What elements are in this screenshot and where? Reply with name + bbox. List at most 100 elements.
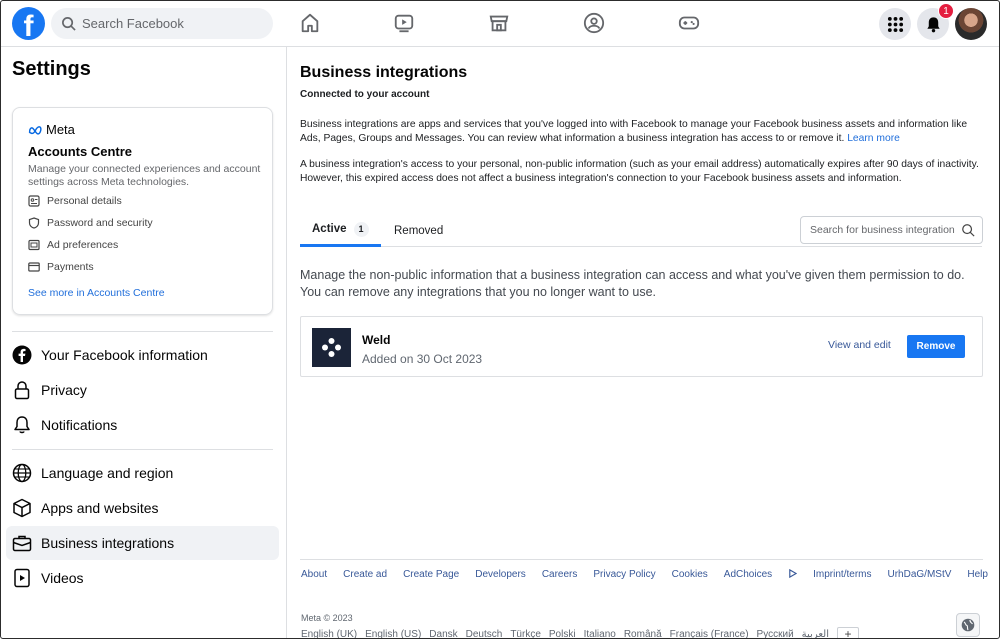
language-current: English (UK) bbox=[301, 628, 358, 639]
language-option[interactable]: Italiano bbox=[584, 629, 616, 639]
tab-label: Removed bbox=[394, 224, 444, 237]
sidebar-item-apps-websites[interactable]: Apps and websites bbox=[6, 491, 279, 525]
integration-row: Weld Added on 30 Oct 2023 View and edit … bbox=[300, 316, 983, 377]
language-option[interactable]: Русский bbox=[757, 629, 794, 639]
sidebar-item-language-region[interactable]: Language and region bbox=[6, 456, 279, 490]
sidebar-item-videos[interactable]: Videos bbox=[6, 561, 279, 595]
sidebar-item-label: Your Facebook information bbox=[41, 347, 208, 363]
tab-count-badge: 1 bbox=[353, 221, 369, 237]
integration-search[interactable] bbox=[800, 216, 983, 244]
top-navigation-bar: f 1 bbox=[0, 0, 1000, 47]
grid-menu-icon bbox=[887, 16, 903, 32]
footer-link-imprint[interactable]: Imprint/terms bbox=[813, 569, 871, 580]
briefcase-icon bbox=[12, 535, 32, 552]
cube-icon bbox=[13, 498, 31, 518]
integration-search-input[interactable] bbox=[810, 224, 955, 236]
language-globe-button[interactable] bbox=[956, 613, 980, 637]
ac-item-payments[interactable]: Payments bbox=[28, 261, 94, 273]
language-list: English (UK) English (US) Dansk Deutsch Türk… bbox=[301, 627, 867, 639]
marketplace-icon[interactable] bbox=[488, 12, 510, 34]
footer-link-careers[interactable]: Careers bbox=[542, 569, 578, 580]
tab-label: Active bbox=[312, 223, 347, 235]
notification-badge: 1 bbox=[938, 3, 954, 19]
more-languages-button[interactable]: + bbox=[837, 627, 859, 639]
gaming-icon[interactable] bbox=[678, 12, 700, 34]
avatar[interactable] bbox=[955, 8, 987, 40]
accounts-centre-description: Manage your connected experiences and ac… bbox=[28, 163, 261, 188]
language-option[interactable]: Français (France) bbox=[670, 629, 749, 639]
page-subtitle: Connected to your account bbox=[300, 89, 430, 100]
sidebar-item-business-integrations[interactable]: Business integrations bbox=[6, 526, 279, 560]
sidebar-item-label: Privacy bbox=[41, 382, 87, 398]
settings-title: Settings bbox=[12, 58, 91, 80]
language-option[interactable]: Română bbox=[624, 629, 662, 639]
adchoices-label: AdChoices bbox=[723, 569, 773, 580]
footer-link-urhdag[interactable]: UrhDaG/MStV bbox=[887, 569, 951, 580]
id-card-icon bbox=[28, 195, 40, 207]
tab-removed[interactable]: Removed bbox=[394, 214, 443, 247]
view-and-edit-link[interactable]: View and edit bbox=[828, 339, 891, 351]
meta-logo: Meta bbox=[28, 122, 75, 137]
ac-item-password-security[interactable]: Password and security bbox=[28, 217, 153, 229]
ac-item-ad-preferences[interactable]: Ad preferences bbox=[28, 239, 118, 251]
manage-description: Manage the non-public information that a… bbox=[300, 268, 965, 299]
weld-logo bbox=[312, 328, 351, 367]
notifications-button[interactable]: 1 bbox=[917, 3, 954, 40]
sidebar-item-notifications[interactable]: Notifications bbox=[6, 408, 279, 442]
search-input[interactable] bbox=[82, 16, 262, 31]
accounts-centre-title: Accounts Centre bbox=[28, 144, 133, 159]
footer-links: About Create ad Create Page Developers Caree… bbox=[301, 569, 1000, 580]
bell-icon bbox=[14, 416, 30, 434]
footer-link-cookies[interactable]: Cookies bbox=[672, 569, 708, 580]
facebook-icon bbox=[12, 345, 32, 365]
home-icon[interactable] bbox=[299, 12, 321, 34]
intro-paragraph: Business integrations are apps and servi… bbox=[300, 118, 980, 145]
copyright: Meta © 2023 bbox=[301, 613, 353, 623]
main-content: Business integrations Connected to your … bbox=[288, 47, 1000, 639]
ac-item-label: Personal details bbox=[47, 195, 122, 207]
footer-link-help[interactable]: Help bbox=[967, 569, 988, 580]
meta-label: Meta bbox=[46, 122, 75, 137]
globe-icon bbox=[12, 463, 32, 483]
learn-more-link[interactable]: Learn more bbox=[847, 133, 900, 144]
sidebar-item-privacy[interactable]: Privacy bbox=[6, 373, 279, 407]
see-more-accounts-centre-link[interactable]: See more in Accounts Centre bbox=[28, 287, 165, 299]
sidebar-item-label: Language and region bbox=[41, 465, 174, 481]
footer-link-developers[interactable]: Developers bbox=[475, 569, 526, 580]
footer-link-create-ad[interactable]: Create ad bbox=[343, 569, 387, 580]
integration-name: Weld bbox=[362, 333, 391, 347]
footer-divider bbox=[300, 559, 983, 560]
lock-icon bbox=[14, 381, 30, 400]
language-option[interactable]: Dansk bbox=[429, 629, 457, 639]
ac-item-label: Ad preferences bbox=[47, 239, 119, 251]
language-option[interactable]: Türkçe bbox=[510, 629, 541, 639]
sidebar-divider bbox=[12, 331, 273, 332]
tab-active[interactable]: Active 1 bbox=[300, 214, 381, 247]
footer-link-adchoices[interactable]: AdChoices bbox=[723, 569, 798, 580]
ad-preferences-icon bbox=[28, 239, 40, 251]
shield-icon bbox=[28, 217, 40, 229]
footer-link-about[interactable]: About bbox=[301, 569, 327, 580]
language-option[interactable]: Polski bbox=[549, 629, 576, 639]
language-option[interactable]: English (US) bbox=[365, 629, 421, 639]
menu-button[interactable] bbox=[879, 8, 911, 40]
facebook-logo[interactable]: f bbox=[12, 7, 45, 40]
ac-item-personal-details[interactable]: Personal details bbox=[28, 195, 122, 207]
language-option[interactable]: Deutsch bbox=[466, 629, 503, 639]
accounts-centre-card[interactable]: Meta Accounts Centre Manage your connect… bbox=[12, 107, 273, 315]
page-title: Business integrations bbox=[300, 64, 468, 81]
adchoices-icon bbox=[789, 569, 798, 578]
footer-link-privacy-policy[interactable]: Privacy Policy bbox=[593, 569, 655, 580]
sidebar-item-your-facebook-information[interactable]: Your Facebook information bbox=[6, 338, 279, 372]
language-option[interactable]: العربية bbox=[802, 629, 829, 639]
search-box[interactable] bbox=[51, 8, 273, 39]
remove-button[interactable]: Remove bbox=[907, 335, 965, 358]
groups-icon[interactable] bbox=[583, 12, 605, 34]
watch-icon[interactable] bbox=[393, 12, 415, 34]
footer-link-create-page[interactable]: Create Page bbox=[403, 569, 459, 580]
sidebar-item-label: Videos bbox=[41, 570, 84, 586]
expiry-paragraph: A business integration's access to your … bbox=[300, 159, 979, 184]
settings-sidebar: Settings Meta Accounts Centre Manage you… bbox=[0, 47, 287, 639]
search-icon bbox=[962, 224, 975, 237]
bell-icon bbox=[926, 16, 940, 32]
